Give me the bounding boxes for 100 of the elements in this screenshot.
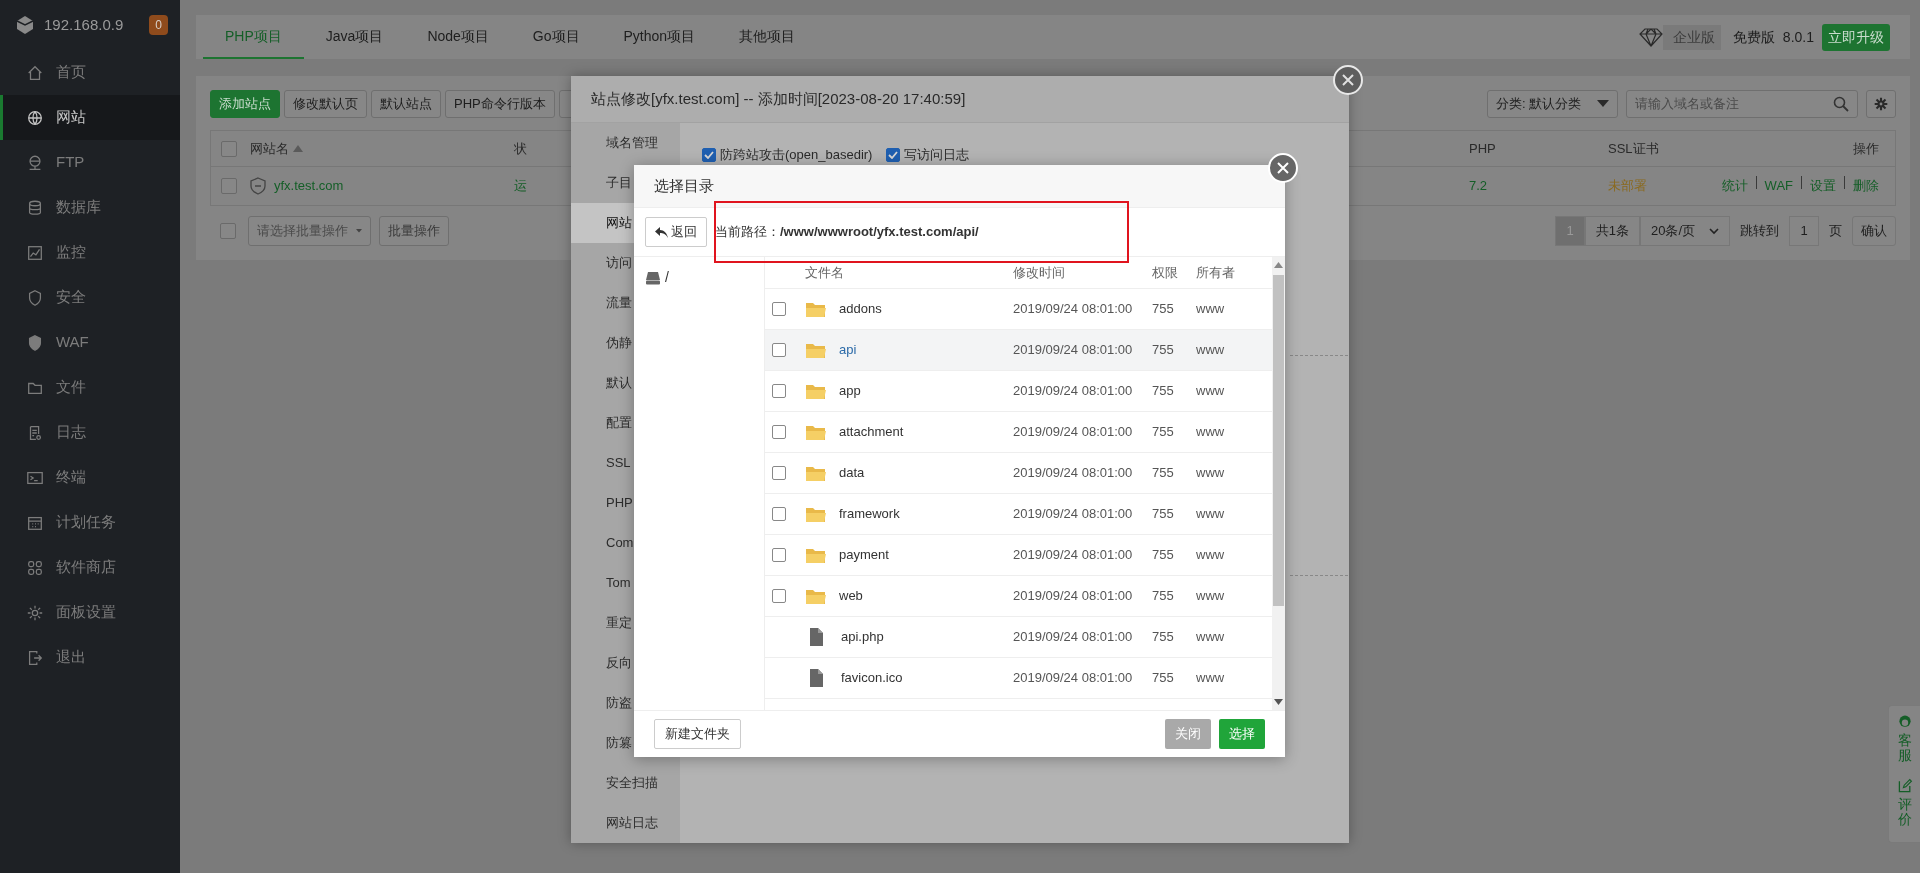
file-name[interactable]: api (839, 340, 857, 360)
sidebar-item[interactable]: 数据库 (0, 185, 180, 230)
sidebar-item[interactable]: 退出 (0, 635, 180, 680)
sidebar-item[interactable]: 监控 (0, 230, 180, 275)
checkbox[interactable] (772, 384, 786, 398)
project-tab[interactable]: Node项目 (405, 15, 511, 59)
file-row[interactable]: api 2019/09/24 08:01:00 755 www (765, 330, 1272, 371)
checkbox[interactable] (886, 147, 901, 162)
column-header: 修改时间 (1013, 263, 1066, 282)
folder-icon (805, 382, 827, 400)
file-row[interactable]: web 2019/09/24 08:01:00 755 www (765, 576, 1272, 617)
toolbar-button[interactable]: 修改默认页 (284, 90, 367, 118)
upgrade-button[interactable]: 立即升级 (1822, 23, 1890, 51)
checkbox[interactable] (221, 140, 237, 157)
alert-count[interactable]: 0 (149, 15, 168, 35)
scrollbar[interactable] (1272, 257, 1285, 710)
project-tab[interactable]: Go项目 (510, 15, 602, 59)
table-cell-text: 755 (1152, 300, 1175, 319)
checkbox[interactable] (221, 178, 237, 194)
project-tab[interactable]: Python项目 (601, 15, 718, 59)
sidebar-item[interactable]: 计划任务 (0, 500, 180, 545)
folder-icon (805, 423, 827, 441)
folder-icon (805, 300, 827, 318)
close-button[interactable]: 关闭 (1165, 719, 1211, 749)
network-icon (26, 153, 44, 172)
file-row[interactable]: api.php 2019/09/24 08:01:00 755 www (765, 617, 1272, 658)
dialog-title: 站点修改[yfx.test.com] -- 添加时间[2023-08-20 17:40:59] (571, 76, 1349, 123)
file-name[interactable]: app (839, 381, 861, 401)
checkbox[interactable] (772, 548, 786, 562)
checkbox[interactable] (220, 223, 236, 239)
menu-item[interactable]: 安全扫描 (571, 763, 680, 803)
checkbox[interactable] (772, 507, 786, 521)
sidebar-item[interactable]: 面板设置 (0, 590, 180, 635)
page-input[interactable]: 1 (1789, 216, 1819, 246)
sidebar-item[interactable]: 首页 (0, 50, 180, 95)
sidebar-item[interactable]: 软件商店 (0, 545, 180, 590)
toolbar-button[interactable]: PHP命令行版本 (445, 90, 555, 118)
project-tab[interactable]: Java项目 (303, 15, 406, 59)
file-row[interactable]: data 2019/09/24 08:01:00 755 www (765, 453, 1272, 494)
file-name[interactable]: data (839, 463, 865, 483)
file-name[interactable]: web (839, 586, 863, 606)
page-unit: 页 (1828, 222, 1843, 241)
sidebar-item[interactable]: 日志 (0, 410, 180, 455)
file-icon (807, 627, 825, 647)
file-row[interactable]: favicon.ico 2019/09/24 08:01:00 755 www (765, 658, 1272, 699)
menu-item[interactable]: 网站日志 (571, 803, 680, 843)
table-cell-text: 2019/09/24 08:01:00 (1013, 587, 1134, 606)
table-cell-text: www (1196, 382, 1226, 401)
file-row[interactable]: attachment 2019/09/24 08:01:00 755 www (765, 412, 1272, 453)
file-row[interactable]: framework 2019/09/24 08:01:00 755 www (765, 494, 1272, 535)
checkbox[interactable] (702, 147, 716, 162)
table-cell-text: www (1196, 628, 1226, 647)
table-cell-text: 2019/09/24 08:01:00 (1013, 669, 1134, 688)
table-cell-text: 755 (1152, 669, 1175, 688)
back-button[interactable]: 返回 (645, 217, 707, 247)
tree-item[interactable]: / (645, 267, 764, 288)
file-name[interactable]: attachment (839, 422, 904, 442)
current-path: 当前路径：/www/wwwroot/yfx.test.com/api/ (715, 223, 979, 242)
file-name[interactable]: addons (839, 299, 882, 319)
sidebar-item[interactable]: WAF (0, 320, 180, 365)
close-button[interactable] (1333, 65, 1363, 95)
select-button[interactable]: 选择 (1219, 719, 1265, 749)
checkbox[interactable] (772, 425, 786, 439)
globe-icon (26, 108, 44, 127)
file-name[interactable]: api.php (841, 627, 884, 647)
caret-icon (1709, 227, 1719, 235)
file-row[interactable]: payment 2019/09/24 08:01:00 755 www (765, 535, 1272, 576)
table-cell-text: 755 (1152, 464, 1175, 483)
batch-button[interactable]: 批量操作 (379, 216, 449, 246)
sidebar-item[interactable]: 文件 (0, 365, 180, 410)
scroll-down-icon (1274, 699, 1283, 705)
shield-icon (250, 177, 266, 195)
sidebar-item[interactable]: 网站 (0, 95, 180, 140)
close-icon (1342, 74, 1354, 86)
confirm-button[interactable]: 确认 (1852, 216, 1896, 246)
checkbox[interactable] (772, 302, 786, 316)
sidebar-item[interactable]: 终端 (0, 455, 180, 500)
add-site-button[interactable]: 添加站点 (210, 90, 280, 118)
checkbox[interactable] (772, 343, 786, 357)
new-folder-button[interactable]: 新建文件夹 (654, 719, 741, 749)
dialog-title: 选择目录 (634, 165, 1285, 208)
file-name[interactable]: payment (839, 545, 889, 565)
file-name[interactable]: framework (839, 504, 900, 524)
checkbox[interactable] (772, 466, 786, 480)
file-row[interactable]: app 2019/09/24 08:01:00 755 www (765, 371, 1272, 412)
checkbox[interactable] (772, 589, 786, 603)
table-cell-text: www (1196, 341, 1226, 360)
table-cell-text: 755 (1152, 505, 1175, 524)
folder-icon (805, 341, 827, 359)
column-header: 网站名 (250, 139, 289, 158)
category-select[interactable]: 分类: 默认分类 (1487, 90, 1618, 118)
settings-button[interactable] (1866, 90, 1896, 118)
menu-item[interactable]: 域名管理 (571, 123, 680, 163)
toolbar-button[interactable]: 默认站点 (371, 90, 441, 118)
page-size-select[interactable]: 20条/页 (1639, 216, 1730, 246)
project-tab[interactable]: 其他项目 (717, 15, 818, 59)
grid-icon (26, 558, 44, 577)
sidebar-item[interactable]: FTP (0, 140, 180, 185)
file-name[interactable]: favicon.ico (841, 668, 903, 688)
sidebar-item[interactable]: 安全 (0, 275, 180, 320)
